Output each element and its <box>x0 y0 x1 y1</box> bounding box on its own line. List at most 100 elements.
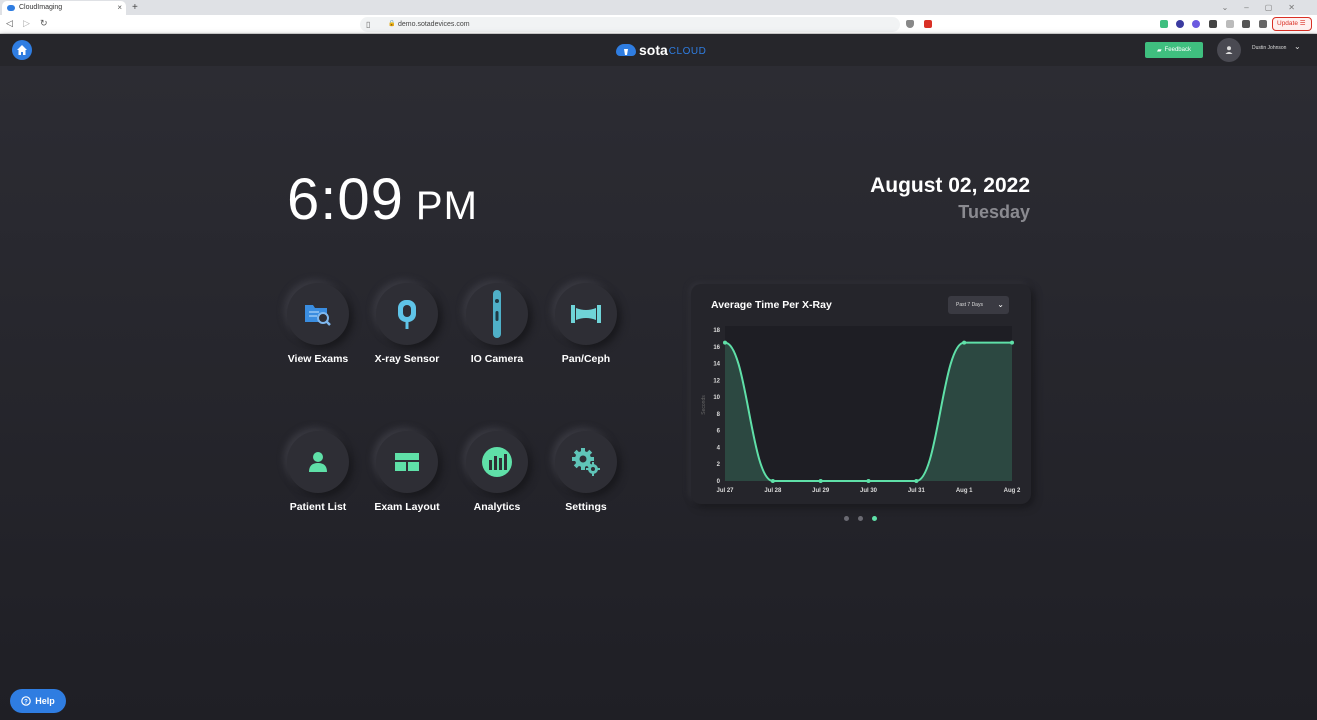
layout-icon <box>395 453 419 471</box>
help-label: Help <box>35 696 55 706</box>
feedback-icon: ▰ <box>1157 47 1162 54</box>
tab-title: CloudImaging <box>19 4 63 11</box>
x-tick-jul-28: Jul 28 <box>764 488 782 494</box>
day-text: Tuesday <box>958 202 1030 222</box>
extension-2-icon[interactable] <box>1176 20 1184 28</box>
xray-sensor-tile[interactable]: X-ray Sensor <box>362 283 452 365</box>
tab-close-icon[interactable]: × <box>117 1 122 15</box>
data-point-aug-1 <box>962 340 967 345</box>
clock: 6:09 PM <box>287 166 478 233</box>
url-text: demo.sotadevices.com <box>398 21 470 28</box>
brave-shield-icon[interactable] <box>906 20 914 28</box>
analytics-tile[interactable]: Analytics <box>452 431 542 513</box>
view-exams-label: View Exams <box>287 353 349 365</box>
extension-3-icon[interactable] <box>1192 20 1200 28</box>
main-dashboard: 6:09 PM August 02, 2022 Tuesday View Exam… <box>0 66 1317 720</box>
clock-time: 6:09 <box>287 167 404 232</box>
carousel-dots <box>844 516 877 521</box>
puzzle-icon[interactable] <box>1242 20 1250 28</box>
favicon-icon <box>7 5 15 11</box>
view-exams-tile[interactable]: View Exams <box>273 283 363 365</box>
home-button[interactable] <box>12 40 32 60</box>
user-name[interactable]: Dustin Johnson <box>1252 45 1286 51</box>
y-tick-4: 4 <box>717 445 721 451</box>
logo-cloud-text: CLOUD <box>668 45 707 57</box>
app-header: sota CLOUD ▰ Feedback Dustin Johnson ⌄ <box>0 34 1317 66</box>
pan-ceph-tile[interactable]: Pan/Ceph <box>541 283 631 365</box>
y-tick-6: 6 <box>717 429 721 435</box>
user-icon <box>1225 46 1233 54</box>
carousel-dot-2[interactable] <box>858 516 863 521</box>
data-point-jul-30 <box>866 479 871 483</box>
settings-label: Settings <box>565 501 607 513</box>
window-controls[interactable]: ⌄–▢✕ <box>1222 0 1311 15</box>
io-camera-label: IO Camera <box>470 353 524 365</box>
reload-icon[interactable]: ↻ <box>40 18 48 29</box>
average-time-chart-card: Average Time Per X-Ray Past 7 Days ⌄ 024… <box>691 284 1031 504</box>
new-tab-button[interactable]: + <box>132 0 138 15</box>
settings-icon <box>572 448 600 476</box>
bookmark-icon[interactable]: ▯ <box>366 17 370 32</box>
y-tick-8: 8 <box>717 412 721 418</box>
folder-search-icon <box>305 305 331 326</box>
average-time-chart: 0 2 4 6 8 10 12 14 16 18 Jul 27 Jul 28 Jul 29 Jul 30 J… <box>701 326 1021 494</box>
feedback-button[interactable]: ▰ Feedback <box>1145 42 1203 58</box>
svg-text:?: ? <box>24 699 28 705</box>
extension-4-icon[interactable] <box>1209 20 1217 28</box>
extension-1-icon[interactable] <box>1160 20 1168 28</box>
carousel-dot-1[interactable] <box>844 516 849 521</box>
forward-icon[interactable]: ▷ <box>23 18 30 29</box>
y-tick-10: 10 <box>713 395 720 401</box>
exam-layout-tile[interactable]: Exam Layout <box>362 431 452 513</box>
io-camera-icon <box>493 290 501 338</box>
settings-tile[interactable]: Settings <box>541 431 631 513</box>
back-icon[interactable]: ◁ <box>6 18 13 29</box>
lock-icon: 🔒 <box>388 21 396 27</box>
browser-toolbar: ◁ ▷ ↻ ▯ 🔒 demo.sotadevices.com Update ☰ <box>0 15 1317 34</box>
sota-cloud-logo: sota CLOUD <box>616 42 706 58</box>
x-tick-jul-29: Jul 29 <box>812 488 830 494</box>
cloud-logo-icon <box>616 44 636 56</box>
help-icon: ? <box>21 696 32 706</box>
x-tick-jul-30: Jul 30 <box>860 488 878 494</box>
pan-ceph-icon <box>571 305 601 323</box>
browser-tab-bar: CloudImaging × + ⌄–▢✕ <box>0 0 1317 15</box>
data-point-jul-28 <box>770 479 775 483</box>
home-icon <box>17 45 27 55</box>
avatar[interactable] <box>1217 38 1241 62</box>
update-button[interactable]: Update ☰ <box>1272 17 1312 31</box>
y-tick-18: 18 <box>713 328 720 334</box>
exam-layout-label: Exam Layout <box>374 501 440 513</box>
data-point-jul-27 <box>723 340 727 345</box>
y-axis-label: Seconds <box>701 395 707 415</box>
y-tick-14: 14 <box>713 362 720 368</box>
y-tick-12: 12 <box>713 378 720 384</box>
address-bar[interactable]: ▯ 🔒 demo.sotadevices.com <box>360 17 900 32</box>
xray-sensor-label: X-ray Sensor <box>374 353 440 365</box>
x-tick-aug-2: Aug 2 <box>1004 488 1021 494</box>
io-camera-tile[interactable]: IO Camera <box>452 283 542 365</box>
y-tick-2: 2 <box>717 462 721 468</box>
alert-icon[interactable] <box>924 20 932 28</box>
feedback-label: Feedback <box>1164 47 1191 53</box>
chevron-down-icon[interactable]: ⌄ <box>1294 42 1301 51</box>
patient-icon <box>309 452 327 472</box>
patient-list-tile[interactable]: Patient List <box>273 431 363 513</box>
y-tick-0: 0 <box>717 479 721 485</box>
analytics-icon <box>482 447 512 477</box>
x-tick-jul-31: Jul 31 <box>908 488 926 494</box>
pan-ceph-label: Pan/Ceph <box>561 353 611 365</box>
data-point-jul-31 <box>914 479 919 483</box>
help-button[interactable]: ? Help <box>10 689 66 713</box>
data-point-aug-2 <box>1010 340 1014 345</box>
browser-tab[interactable]: CloudImaging × <box>2 1 126 15</box>
x-tick-aug-1: Aug 1 <box>956 488 973 494</box>
carousel-dot-3[interactable] <box>872 516 877 521</box>
wallet-icon[interactable] <box>1259 20 1267 28</box>
analytics-label: Analytics <box>473 501 521 513</box>
xray-sensor-icon <box>398 300 416 329</box>
patient-list-label: Patient List <box>289 501 347 513</box>
logo-sota-text: sota <box>639 42 668 58</box>
data-point-jul-29 <box>818 479 823 483</box>
extension-5-icon[interactable] <box>1226 20 1234 28</box>
